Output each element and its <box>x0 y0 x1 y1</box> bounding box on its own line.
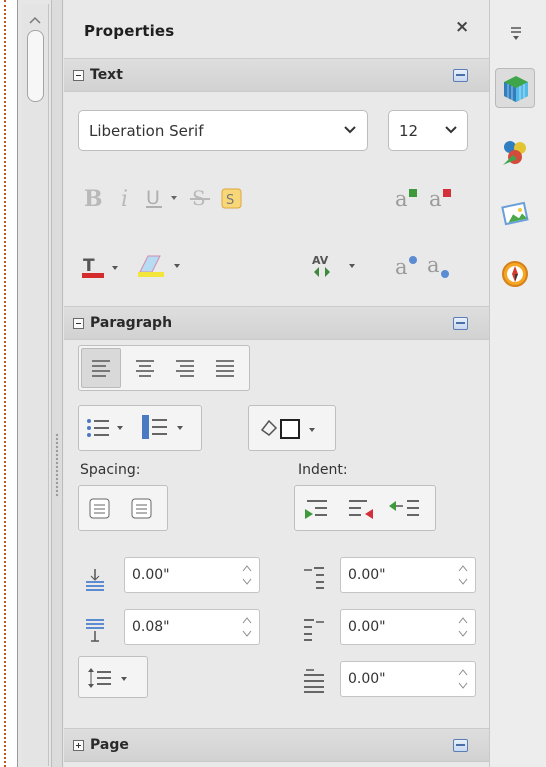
text-section-label: Text <box>90 67 123 83</box>
first-line-indent-icon <box>302 667 326 693</box>
indent-label: Indent: <box>298 462 348 478</box>
page-section-label: Page <box>90 737 129 753</box>
paragraph-background-icon[interactable] <box>259 416 329 442</box>
superscript-icon[interactable]: a <box>394 254 420 278</box>
font-color-icon[interactable]: T <box>82 254 128 280</box>
shadow-icon[interactable]: S <box>221 188 243 210</box>
gallery-tab[interactable] <box>495 194 535 234</box>
indent-group <box>294 485 436 531</box>
justify-icon[interactable] <box>207 350 243 386</box>
chevron-down-icon <box>344 126 356 134</box>
paragraph-section-header[interactable]: Paragraph <box>64 306 489 340</box>
deck-title: Properties <box>84 22 175 40</box>
align-center-icon[interactable] <box>127 350 163 386</box>
decrease-indent-icon[interactable] <box>347 497 375 523</box>
spin-arrows-icon[interactable] <box>458 563 468 587</box>
svg-text:a: a <box>395 187 408 210</box>
before-indent-input[interactable]: 0.00" <box>340 557 476 593</box>
alignment-group <box>78 345 250 391</box>
svg-text:a: a <box>427 254 440 277</box>
increase-indent-icon[interactable] <box>303 497 331 523</box>
line-spacing-icon[interactable] <box>87 666 139 690</box>
expand-toggle-icon[interactable] <box>73 740 84 751</box>
svg-text:U: U <box>146 187 160 209</box>
below-spacing-value: 0.08" <box>132 619 170 635</box>
shrink-font-icon[interactable]: a <box>428 186 454 210</box>
first-line-indent-value: 0.00" <box>348 671 386 687</box>
below-spacing-icon <box>84 617 106 643</box>
spacing-label: Spacing: <box>80 462 141 478</box>
spin-arrows-icon[interactable] <box>458 615 468 639</box>
properties-tab[interactable] <box>495 68 535 108</box>
sidebar-splitter[interactable] <box>51 0 63 767</box>
after-indent-input[interactable]: 0.00" <box>340 609 476 645</box>
above-spacing-icon <box>84 567 106 591</box>
page-section-header[interactable]: Page <box>64 728 489 762</box>
font-size-combo[interactable]: 12 <box>388 110 468 151</box>
spin-arrows-icon[interactable] <box>458 667 468 691</box>
svg-text:a: a <box>395 255 408 278</box>
font-name-value: Liberation Serif <box>89 122 204 140</box>
first-line-indent-input[interactable]: 0.00" <box>340 661 476 697</box>
splitter-grip <box>55 433 59 497</box>
font-name-combo[interactable]: Liberation Serif <box>78 110 368 151</box>
scroll-up-icon[interactable] <box>28 10 42 24</box>
collapse-toggle-icon[interactable] <box>73 318 84 329</box>
strikethrough-icon[interactable]: S <box>190 186 212 210</box>
navigator-tab[interactable] <box>495 254 535 294</box>
align-left-icon[interactable] <box>81 348 121 388</box>
gallery-icon <box>500 199 530 229</box>
subscript-icon[interactable]: a <box>426 254 452 280</box>
paragraph-section-label: Paragraph <box>90 315 173 331</box>
styles-tab[interactable] <box>495 132 535 172</box>
numbered-list-icon[interactable] <box>141 414 195 442</box>
background-color-group <box>248 405 336 451</box>
italic-icon[interactable]: i <box>116 186 138 210</box>
before-indent-icon <box>302 564 326 590</box>
spacing-group <box>78 485 168 531</box>
text-section-header[interactable]: Text <box>64 58 489 92</box>
properties-icon <box>501 74 531 104</box>
increase-spacing-icon[interactable] <box>87 496 113 522</box>
above-spacing-input[interactable]: 0.00" <box>124 557 260 593</box>
bold-icon[interactable]: B <box>82 186 104 210</box>
chevron-down-icon <box>445 126 457 134</box>
document-edge <box>0 0 6 767</box>
hanging-indent-icon[interactable] <box>387 497 423 523</box>
close-button[interactable]: × <box>455 19 469 36</box>
after-indent-icon <box>302 616 326 642</box>
character-spacing-icon[interactable]: AV <box>311 252 361 278</box>
above-spacing-value: 0.00" <box>132 567 170 583</box>
grow-font-icon[interactable]: a <box>394 186 420 210</box>
svg-text:AV: AV <box>312 254 329 267</box>
more-options-icon[interactable] <box>453 317 468 330</box>
svg-text:B: B <box>84 186 103 210</box>
sidebar-tab-bar <box>489 0 546 767</box>
svg-text:i: i <box>121 187 128 210</box>
scrollbar-thumb[interactable] <box>27 30 44 102</box>
underline-icon[interactable]: U <box>144 186 186 210</box>
spin-arrows-icon[interactable] <box>242 563 252 587</box>
spin-arrows-icon[interactable] <box>242 615 252 639</box>
properties-deck: Properties × Text Liberation Serif 12 B … <box>64 0 489 767</box>
bullet-list-icon[interactable] <box>85 416 135 442</box>
line-spacing-group <box>78 656 148 698</box>
sidebar-menu-icon[interactable] <box>508 24 526 42</box>
styles-icon <box>500 137 530 167</box>
collapse-toggle-icon[interactable] <box>73 70 84 81</box>
decrease-spacing-icon[interactable] <box>129 496 155 522</box>
align-right-icon[interactable] <box>167 350 203 386</box>
more-options-icon[interactable] <box>453 69 468 82</box>
highlight-color-icon[interactable] <box>138 252 188 278</box>
more-options-icon[interactable] <box>453 739 468 752</box>
before-indent-value: 0.00" <box>348 567 386 583</box>
svg-text:a: a <box>429 187 442 210</box>
navigator-icon <box>500 259 530 289</box>
after-indent-value: 0.00" <box>348 619 386 635</box>
list-group <box>78 405 202 451</box>
below-spacing-input[interactable]: 0.08" <box>124 609 260 645</box>
font-size-value: 12 <box>399 122 419 140</box>
vertical-scrollbar[interactable] <box>22 4 49 766</box>
svg-text:S: S <box>226 193 234 208</box>
